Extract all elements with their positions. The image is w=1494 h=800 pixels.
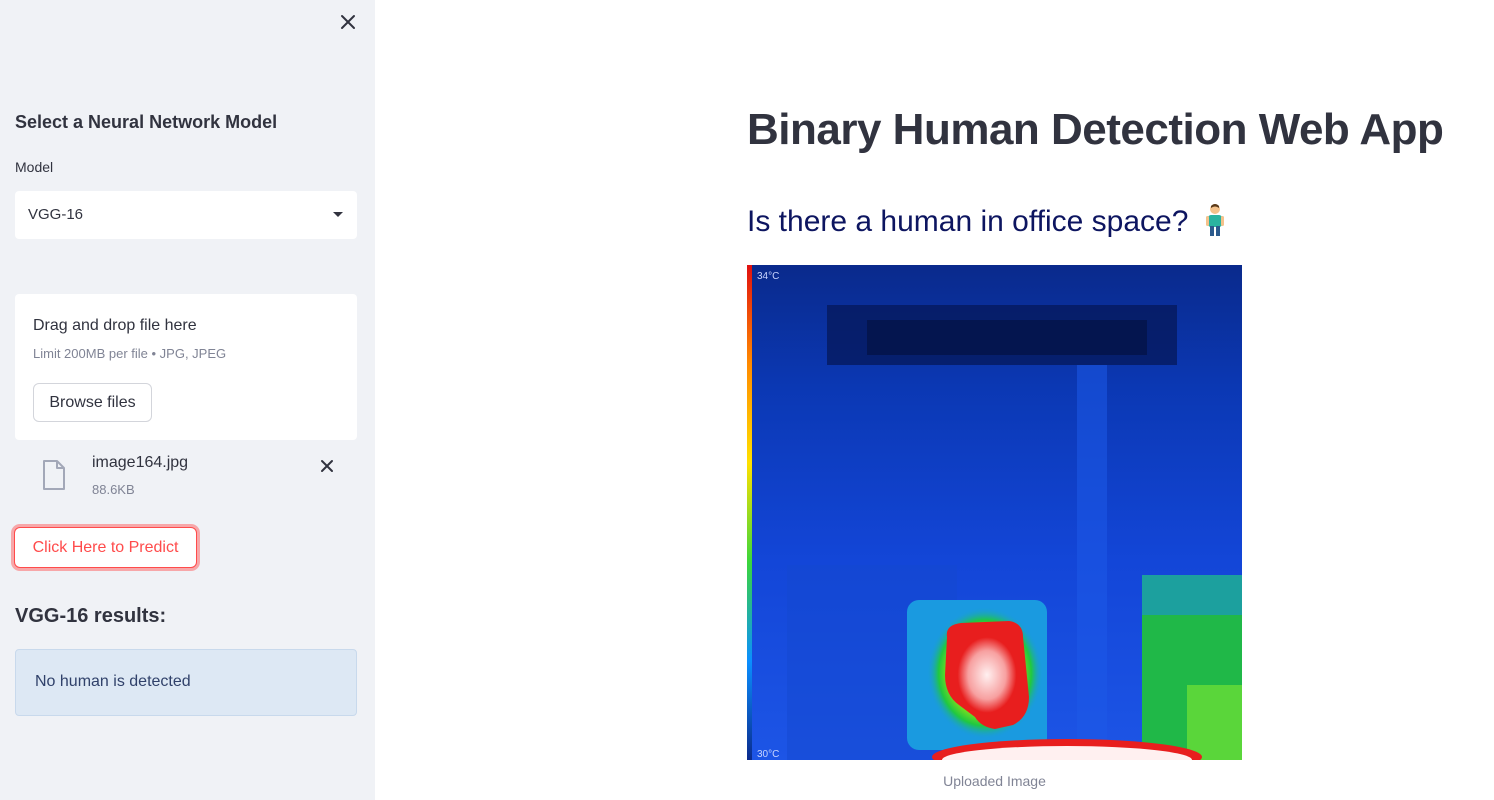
model-heading: Select a Neural Network Model bbox=[15, 112, 278, 132]
result-text: No human is detected bbox=[35, 673, 191, 690]
file-icon bbox=[43, 460, 65, 490]
predict-button[interactable]: Click Here to Predict bbox=[14, 527, 197, 568]
file-dropzone[interactable]: Drag and drop file here Limit 200MB per … bbox=[15, 294, 357, 440]
sidebar: Select a Neural Network Model Model VGG-… bbox=[0, 0, 375, 800]
image-caption: Uploaded Image bbox=[943, 773, 1046, 789]
model-select-value: VGG-16 bbox=[28, 206, 84, 223]
subtitle-text: Is there a human in office space? bbox=[747, 205, 1189, 238]
uploaded-file: image164.jpg 88.6KB bbox=[15, 446, 357, 506]
page-title: Binary Human Detection Web App bbox=[747, 105, 1444, 154]
remove-file-icon[interactable] bbox=[317, 456, 337, 476]
browse-files-button[interactable]: Browse files bbox=[33, 383, 152, 422]
dropzone-limit: Limit 200MB per file • JPG, JPEG bbox=[33, 346, 227, 361]
dropzone-title: Drag and drop file here bbox=[33, 317, 197, 334]
results-heading: VGG-16 results: bbox=[15, 605, 167, 627]
file-name: image164.jpg bbox=[92, 454, 189, 471]
result-info-box: No human is detected bbox=[15, 649, 357, 716]
close-icon[interactable] bbox=[336, 10, 360, 34]
thermal-bottom-temp: 30°C bbox=[757, 749, 779, 760]
page-subtitle: Is there a human in office space? bbox=[747, 203, 1227, 239]
file-size: 88.6KB bbox=[92, 482, 135, 497]
model-label: Model bbox=[15, 159, 54, 175]
chevron-down-icon bbox=[333, 212, 343, 217]
thermal-top-temp: 34°C bbox=[757, 271, 779, 282]
person-icon bbox=[1205, 204, 1224, 236]
uploaded-thermal-image: 34°C 30°C bbox=[747, 265, 1242, 760]
model-select[interactable]: VGG-16 bbox=[15, 191, 357, 239]
